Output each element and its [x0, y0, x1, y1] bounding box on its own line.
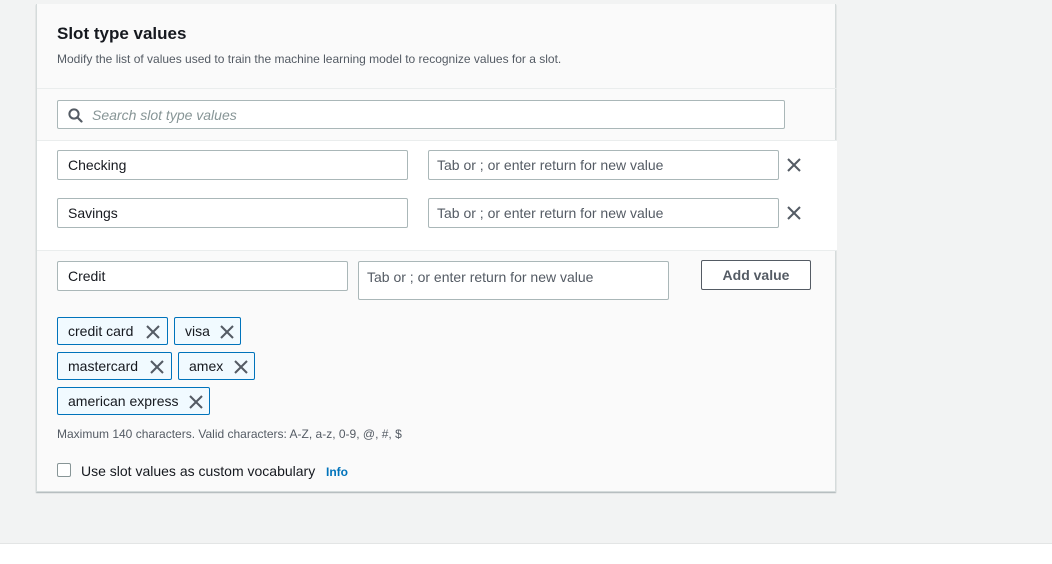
synonym-token: mastercard — [57, 352, 172, 380]
remove-token-icon[interactable] — [150, 360, 164, 374]
info-link[interactable]: Info — [326, 465, 348, 479]
remove-value-button[interactable] — [786, 157, 802, 173]
synonyms-field[interactable]: Tab or ; or enter return for new value — [428, 198, 779, 228]
constraints-hint: Maximum 140 characters. Valid characters… — [57, 427, 402, 441]
token-label: mastercard — [68, 358, 139, 374]
section-description: Modify the list of values used to train … — [57, 52, 562, 66]
divider — [37, 250, 837, 251]
synonym-token: american express — [57, 387, 210, 415]
synonym-token: credit card — [57, 317, 168, 345]
new-synonyms-field[interactable]: Tab or ; or enter return for new value — [358, 261, 669, 300]
synonym-token: amex — [178, 352, 255, 380]
section-title: Slot type values — [57, 24, 187, 43]
search-icon — [68, 108, 83, 123]
token-label: amex — [189, 358, 224, 374]
synonym-token: visa — [174, 317, 241, 345]
divider — [37, 88, 837, 89]
slot-value-field[interactable]: Savings — [57, 198, 408, 228]
remove-value-button[interactable] — [786, 205, 802, 221]
new-value-field[interactable]: Credit — [57, 261, 348, 291]
add-value-button[interactable]: Add value — [701, 260, 811, 290]
token-label: credit card — [68, 323, 134, 339]
search-placeholder: Search slot type values — [92, 107, 237, 123]
custom-vocabulary-checkbox[interactable] — [57, 463, 71, 477]
remove-token-icon[interactable] — [189, 395, 203, 409]
custom-vocabulary-label[interactable]: Use slot values as custom vocabulary — [81, 463, 315, 479]
footer-strip — [0, 543, 1052, 564]
remove-token-icon[interactable] — [234, 360, 248, 374]
synonyms-field[interactable]: Tab or ; or enter return for new value — [428, 150, 779, 180]
token-label: visa — [185, 323, 210, 339]
remove-token-icon[interactable] — [146, 325, 160, 339]
search-input[interactable]: Search slot type values — [57, 100, 785, 129]
slot-type-values-panel: Slot type values Modify the list of valu… — [36, 4, 837, 492]
token-label: american express — [68, 393, 179, 409]
slot-value-field[interactable]: Checking — [57, 150, 408, 180]
remove-token-icon[interactable] — [220, 325, 234, 339]
